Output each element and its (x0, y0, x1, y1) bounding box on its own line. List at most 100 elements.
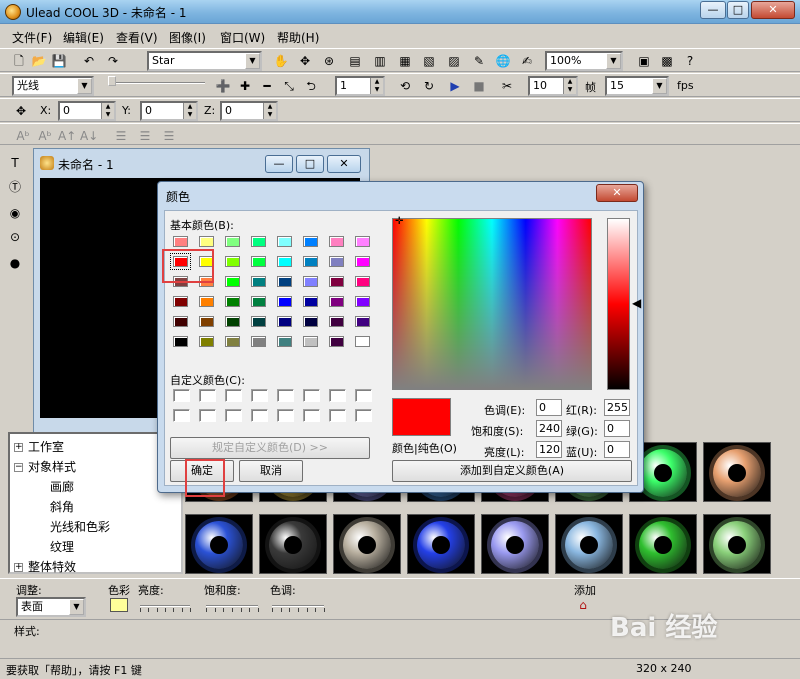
export-icon[interactable]: ▣ (635, 52, 653, 70)
basic-color-swatch[interactable] (355, 256, 370, 267)
add-keyframe-icon[interactable]: ➕ (214, 77, 232, 95)
redo-icon[interactable]: ↷ (104, 52, 122, 70)
red-input[interactable]: 255 (604, 399, 630, 416)
basic-color-swatch[interactable] (277, 296, 292, 307)
chevron-down-icon[interactable]: ▼ (245, 53, 260, 69)
basic-color-swatch[interactable] (277, 256, 292, 267)
chevron-down-icon[interactable]: ▼ (652, 78, 667, 94)
expand-icon[interactable]: + (14, 443, 23, 452)
play-icon[interactable]: ▶ (446, 77, 464, 95)
menu-edit[interactable]: 编辑(E) (63, 29, 104, 46)
tree-item-global-effects[interactable]: 整体特效 (28, 558, 76, 575)
globe-icon[interactable]: 🌐 (494, 52, 512, 70)
add-to-custom-colors-button[interactable]: 添加到自定义颜色(A) (392, 460, 632, 482)
spin-arrows-icon[interactable]: ▲ ▼ (563, 78, 576, 94)
basic-color-swatch[interactable] (225, 256, 240, 267)
select-object-icon[interactable]: ⊙ (6, 228, 24, 246)
spin-arrows-icon[interactable]: ▲ ▼ (263, 103, 276, 119)
insert-text-icon[interactable]: T (6, 154, 24, 172)
pingpong-icon[interactable]: ↻ (420, 77, 438, 95)
view-bottom-icon[interactable]: ▨ (445, 52, 463, 70)
sat-input[interactable]: 240 (536, 420, 562, 437)
basic-color-swatch[interactable] (303, 296, 318, 307)
cancel-button[interactable]: 取消 (239, 460, 303, 482)
custom-color-swatch[interactable] (303, 389, 320, 402)
adjust-combo[interactable]: 表面 ▼ (16, 597, 86, 617)
edit-icon[interactable]: ✍ (518, 52, 536, 70)
menu-window[interactable]: 窗口(W) (220, 29, 265, 46)
basic-color-swatch[interactable] (251, 296, 266, 307)
custom-color-swatch[interactable] (329, 389, 346, 402)
hand-icon[interactable]: ✋ (272, 52, 290, 70)
basic-color-swatch[interactable] (225, 236, 240, 247)
gallery-thumbnail[interactable] (481, 514, 549, 574)
expand-icon[interactable]: + (14, 563, 23, 572)
basic-color-swatch[interactable] (277, 236, 292, 247)
basic-color-swatch[interactable] (277, 316, 292, 327)
basic-color-swatch[interactable] (329, 276, 344, 287)
menu-help[interactable]: 帮助(H) (277, 29, 319, 46)
collapse-icon[interactable]: − (14, 463, 23, 472)
dialog-close-button[interactable]: ✕ (596, 184, 638, 202)
basic-color-swatch[interactable] (277, 336, 292, 347)
chevron-down-icon[interactable]: ▼ (77, 78, 92, 94)
arrows-icon[interactable]: ⤡ (280, 77, 298, 95)
new-file-icon[interactable]: 🗋 (10, 52, 28, 70)
basic-color-swatch[interactable] (173, 236, 188, 247)
gallery-thumbnail[interactable] (185, 514, 253, 574)
define-custom-colors-button[interactable]: 规定自定义颜色(D) >> (170, 437, 370, 459)
minimize-button[interactable]: — (700, 1, 726, 19)
chevron-down-icon[interactable]: ▼ (69, 599, 84, 615)
basic-color-swatch[interactable] (303, 276, 318, 287)
maximize-button[interactable]: □ (727, 1, 749, 19)
basic-color-swatch[interactable] (329, 256, 344, 267)
smooth-icon[interactable]: ✂ (498, 77, 516, 95)
basic-color-swatch[interactable] (355, 236, 370, 247)
basic-color-swatch[interactable] (225, 296, 240, 307)
color-swatch[interactable] (110, 598, 128, 612)
basic-color-swatch[interactable] (329, 316, 344, 327)
fps-combo[interactable]: 15 ▼ (605, 76, 669, 96)
move-object-icon[interactable]: ✥ (12, 102, 30, 120)
basic-color-swatch[interactable] (173, 336, 188, 347)
basic-color-swatch[interactable] (173, 316, 188, 327)
gallery-thumbnail[interactable] (333, 514, 401, 574)
basic-color-swatch[interactable] (329, 296, 344, 307)
stop-icon[interactable]: ■ (470, 77, 488, 95)
spin-arrows-icon[interactable]: ▲ ▼ (370, 78, 383, 94)
luminance-arrow-icon[interactable]: ◀ (632, 296, 641, 310)
wand-icon[interactable]: ✎ (470, 52, 488, 70)
custom-color-swatch[interactable] (199, 389, 216, 402)
doc-close-button[interactable]: ✕ (327, 155, 361, 173)
basic-color-swatch[interactable] (251, 316, 266, 327)
basic-color-swatch[interactable] (199, 236, 214, 247)
gallery-thumbnail[interactable] (259, 514, 327, 574)
tree-item-bevel[interactable]: 斜角 (50, 498, 74, 515)
open-folder-icon[interactable]: 📂 (30, 52, 48, 70)
basic-color-swatch[interactable] (251, 256, 266, 267)
remove-frame-icon[interactable]: ━ (258, 77, 276, 95)
basic-color-swatch[interactable] (329, 236, 344, 247)
basic-color-swatch[interactable] (329, 336, 344, 347)
custom-color-swatch[interactable] (355, 409, 372, 422)
luminance-slider[interactable] (607, 218, 630, 390)
spin-arrows-icon[interactable]: ▲ ▼ (183, 103, 196, 119)
insert-object-icon[interactable]: ◉ (6, 204, 24, 222)
basic-color-swatch[interactable] (277, 276, 292, 287)
rotate-object-icon[interactable]: ✥ (296, 52, 314, 70)
help-pointer-icon[interactable]: ? (681, 52, 699, 70)
custom-color-swatch[interactable] (251, 389, 268, 402)
lum-input[interactable]: 120 (536, 441, 562, 458)
zoom-combo[interactable]: 100% ▼ (545, 51, 623, 71)
align-left-icon[interactable]: ☰ (112, 127, 130, 145)
z-spinner[interactable]: 0 ▲ ▼ (220, 101, 278, 121)
frame-spinner[interactable]: 1 ▲ ▼ (335, 76, 385, 96)
text-spacing-icon[interactable]: Aᵇ (14, 127, 32, 145)
custom-color-swatch[interactable] (199, 409, 216, 422)
tree-item-studio[interactable]: 工作室 (28, 438, 64, 455)
basic-color-swatch[interactable] (199, 316, 214, 327)
green-input[interactable]: 0 (604, 420, 630, 437)
view-side-icon[interactable]: ▥ (371, 52, 389, 70)
menu-file[interactable]: 文件(F) (12, 29, 52, 46)
basic-color-swatch[interactable] (251, 276, 266, 287)
